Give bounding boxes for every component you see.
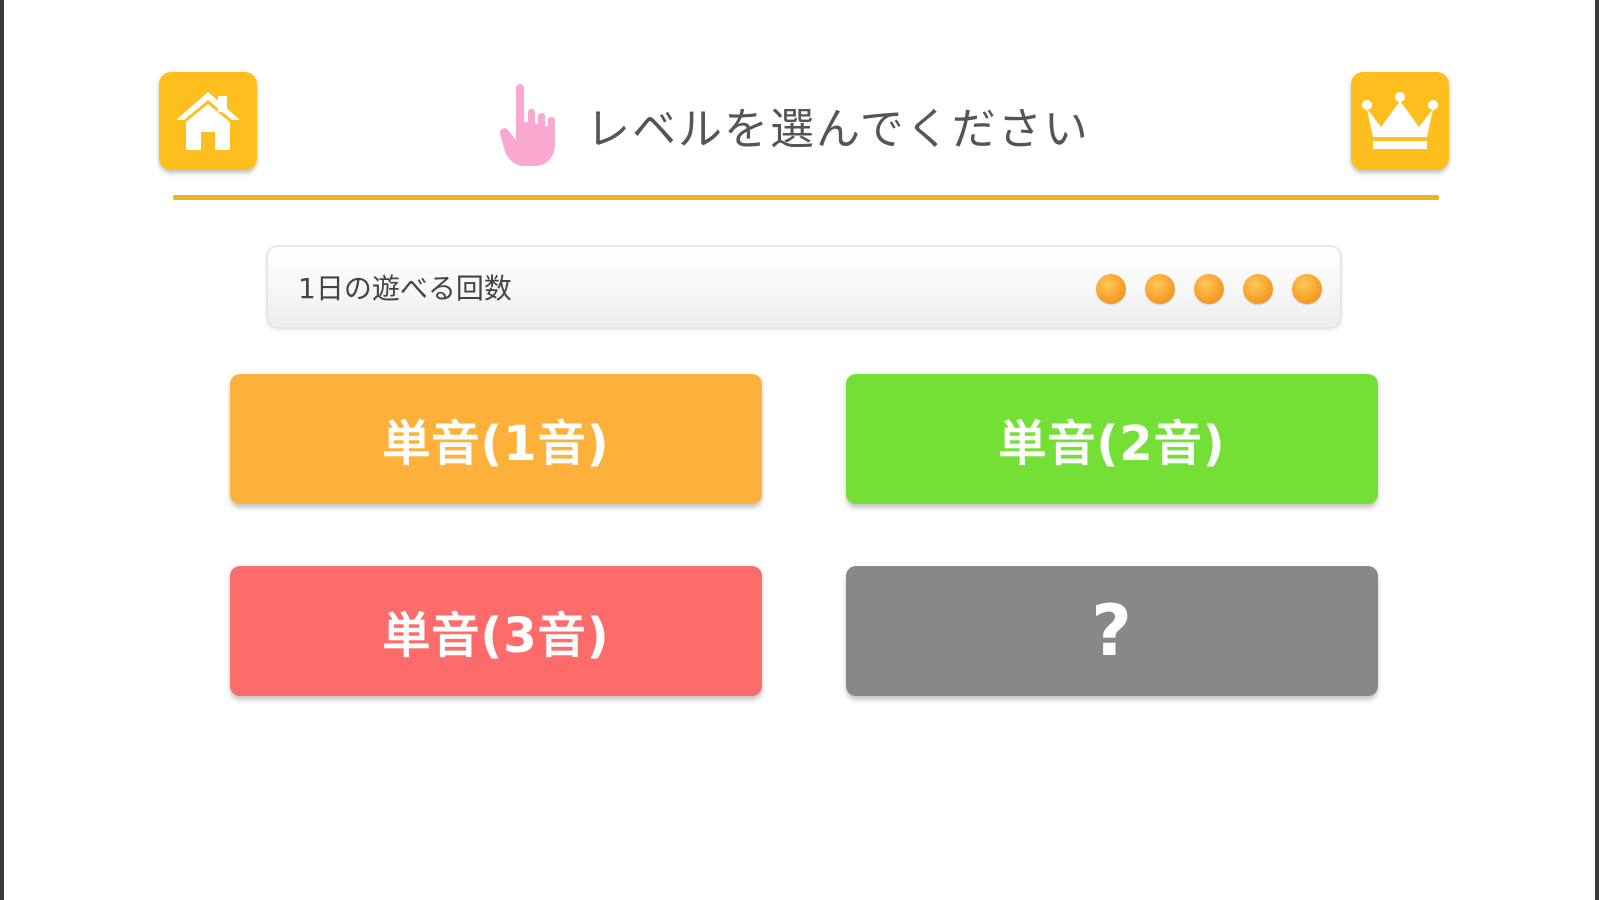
pointing-hand-icon — [499, 84, 555, 166]
header-divider — [173, 195, 1439, 200]
play-dot — [1096, 274, 1126, 304]
play-dot — [1243, 274, 1273, 304]
level-button-2[interactable]: 単音(2音) — [846, 374, 1378, 504]
play-dot — [1194, 274, 1224, 304]
level-button-locked[interactable]: ? — [846, 566, 1378, 696]
ranking-button[interactable] — [1351, 72, 1449, 170]
home-icon — [176, 92, 240, 150]
crown-icon — [1362, 92, 1438, 149]
remaining-plays-indicator — [1096, 247, 1322, 331]
page-title: レベルを選んでください — [586, 104, 1090, 155]
home-button[interactable] — [159, 72, 257, 170]
page-header: レベルを選んでください — [494, 80, 1090, 170]
play-dot — [1145, 274, 1175, 304]
app-screen: レベルを選んでください 1日の遊べる回数 単音(1音) 単音(2音) 単音(3音… — [0, 0, 1599, 900]
level-button-3[interactable]: 単音(3音) — [230, 566, 762, 696]
daily-plays-label: 1日の遊べる回数 — [298, 272, 512, 305]
daily-plays-panel: 1日の遊べる回数 — [266, 245, 1342, 329]
level-button-1[interactable]: 単音(1音) — [230, 374, 762, 504]
play-dot — [1292, 274, 1322, 304]
